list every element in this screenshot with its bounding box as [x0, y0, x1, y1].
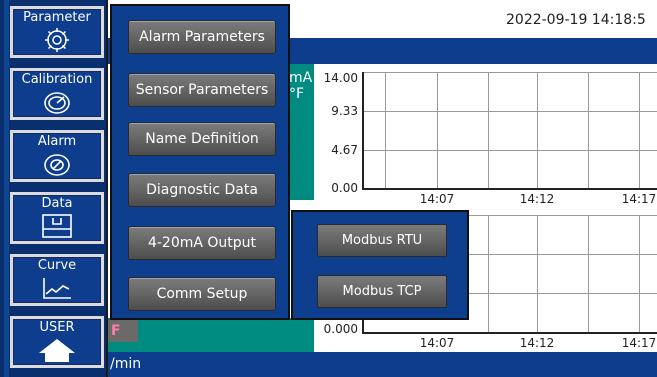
sidebar-item-label: USER: [39, 320, 75, 335]
grid-line: [385, 72, 386, 188]
sidebar-item-user[interactable]: USER: [10, 316, 104, 368]
y-tick-label: 9.33: [331, 104, 358, 118]
grid-line: [588, 72, 589, 188]
y-tick-label: 0.00: [331, 181, 358, 195]
x-axis: [362, 332, 657, 334]
curve-icon: [43, 278, 71, 299]
sidebar: Parameter Calibration Alarm Data Curve U…: [0, 0, 108, 377]
unit-marker: F: [108, 320, 138, 342]
y-tick-label: 0.000: [323, 322, 358, 336]
sidebar-strip: [4, 0, 9, 377]
unit-panel-bottom: [108, 318, 314, 352]
x-tick-label: 14:07: [419, 336, 455, 350]
y-tick-label: 14.00: [323, 71, 358, 85]
home-icon: [39, 339, 75, 362]
alarm-parameters-button[interactable]: Alarm Parameters: [128, 20, 276, 54]
gear-icon: [45, 28, 69, 52]
datetime-display: 2022-09-19 14:18:5: [506, 12, 646, 28]
x-tick-label: 14:12: [519, 336, 555, 350]
grid-line: [364, 72, 657, 73]
grid-line: [364, 111, 657, 112]
sidebar-item-label: Calibration: [21, 72, 93, 87]
grid-line: [437, 72, 438, 188]
y-tick-label: 4.67: [331, 143, 358, 157]
parameter-menu: Alarm Parameters Sensor Parameters Name …: [110, 4, 290, 320]
sidebar-item-calibration[interactable]: Calibration: [10, 68, 104, 120]
output-4-20ma-button[interactable]: 4-20mA Output: [128, 226, 276, 260]
calibration-icon: [44, 92, 70, 114]
sensor-parameters-button[interactable]: Sensor Parameters: [128, 73, 276, 107]
rate-unit-label: /min: [110, 356, 142, 372]
grid-line: [488, 72, 489, 188]
grid-line: [364, 150, 657, 151]
y-axis: [362, 72, 364, 190]
x-axis: [362, 188, 657, 190]
sidebar-item-curve[interactable]: Curve: [10, 254, 104, 306]
diagnostic-data-button[interactable]: Diagnostic Data: [128, 173, 276, 207]
sidebar-item-label: Curve: [37, 258, 77, 273]
modbus-rtu-button[interactable]: Modbus RTU: [317, 224, 447, 257]
unit-label-f: °F: [289, 86, 305, 102]
sidebar-item-label: Data: [41, 196, 73, 211]
x-tick-label: 14:07: [419, 192, 455, 206]
sidebar-item-label: Alarm: [37, 134, 77, 149]
comm-setup-button[interactable]: Comm Setup: [128, 277, 276, 311]
grid-line: [639, 72, 640, 188]
sidebar-item-data[interactable]: Data: [10, 192, 104, 244]
grid-line: [537, 72, 538, 188]
data-icon: [42, 214, 72, 238]
grid-line: [488, 215, 489, 332]
footer-band: [108, 352, 657, 377]
grid-line: [588, 215, 589, 332]
sidebar-item-label: Parameter: [23, 10, 91, 25]
x-tick-label: 14:17: [621, 336, 657, 350]
modbus-tcp-button[interactable]: Modbus TCP: [317, 275, 447, 308]
alarm-icon: [44, 154, 70, 176]
unit-label-ma: mA: [289, 70, 313, 86]
grid-line: [639, 215, 640, 332]
sidebar-item-parameter[interactable]: Parameter: [10, 6, 104, 58]
x-tick-label: 14:17: [621, 192, 657, 206]
sidebar-item-alarm[interactable]: Alarm: [10, 130, 104, 182]
comm-setup-submenu: Modbus RTU Modbus TCP: [291, 210, 469, 320]
grid-line: [537, 215, 538, 332]
name-definition-button[interactable]: Name Definition: [128, 122, 276, 156]
x-tick-label: 14:12: [519, 192, 555, 206]
